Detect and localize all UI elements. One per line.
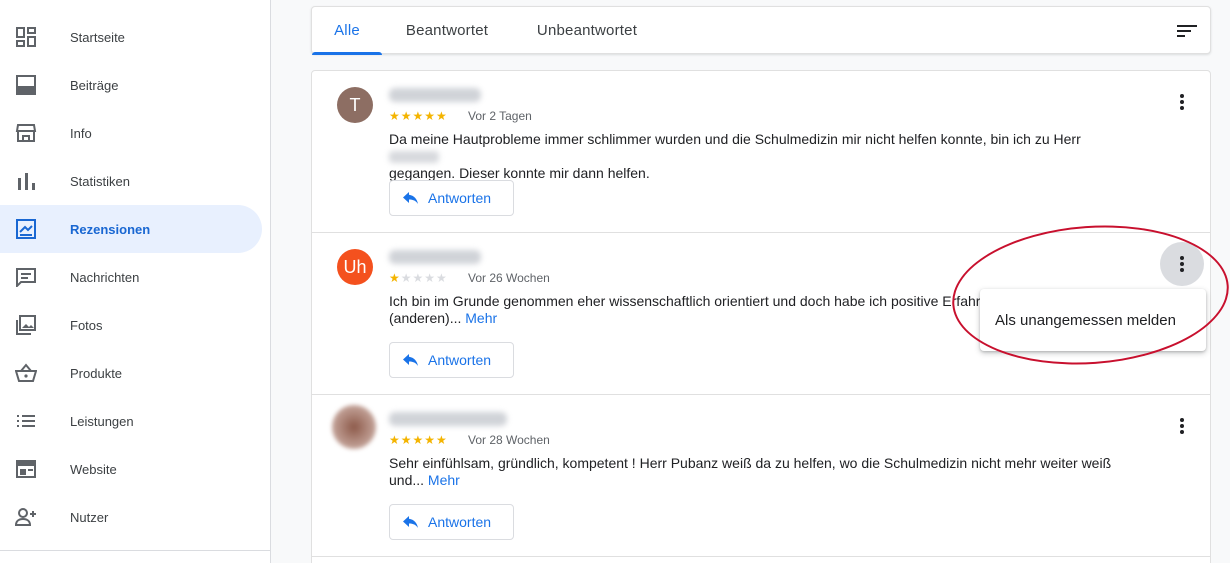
- more-link[interactable]: Mehr: [465, 310, 497, 326]
- photo-icon: [16, 315, 36, 335]
- sidebar-item-produkte[interactable]: Produkte: [0, 349, 262, 397]
- tab-beantwortet[interactable]: Beantwortet: [392, 7, 502, 54]
- dashboard-icon: [16, 27, 36, 47]
- review-options-menu: Als unangemessen melden: [980, 289, 1206, 351]
- reply-button[interactable]: Antworten: [389, 180, 514, 216]
- review-time: Vor 2 Tagen: [468, 109, 532, 123]
- blurred-name: [389, 151, 439, 164]
- review-time: Vor 26 Wochen: [468, 271, 550, 285]
- reply-button[interactable]: Antworten: [389, 342, 514, 378]
- review-filter-tabs: Alle Beantwortet Unbeantwortet: [311, 6, 1211, 55]
- reviews-icon: [16, 219, 36, 239]
- review-item: T ★★★★★ Vor 2 Tagen Da meine Hautproblem…: [312, 71, 1210, 233]
- sidebar-item-website[interactable]: Website: [0, 445, 262, 493]
- sidebar-divider: [0, 550, 270, 551]
- sidebar-item-beitraege[interactable]: Beiträge: [0, 61, 262, 109]
- avatar: [332, 405, 376, 449]
- star-rating: ★★★★★: [389, 109, 448, 123]
- sidebar-item-label: Nachrichten: [70, 269, 140, 285]
- review-item: ★★★★★ Vor 28 Wochen Sehr einfühlsam, grü…: [312, 395, 1210, 557]
- sidebar-item-leistungen[interactable]: Leistungen: [0, 397, 262, 445]
- sidebar-item-startseite[interactable]: Startseite: [0, 13, 262, 61]
- reviewer-name-blurred: [389, 412, 507, 426]
- review-text-line: Da meine Hautprobleme immer schlimmer wu…: [389, 131, 1081, 147]
- more-options-button[interactable]: [1170, 90, 1194, 114]
- sidebar-item-label: Statistiken: [70, 173, 130, 189]
- message-icon: [16, 268, 36, 287]
- review-text: Sehr einfühlsam, gründlich, kompetent ! …: [389, 455, 1129, 489]
- sidebar-item-label: Website: [70, 461, 117, 477]
- review-time: Vor 28 Wochen: [468, 433, 550, 447]
- storefront-icon: [15, 124, 37, 142]
- sidebar-item-statistiken[interactable]: Statistiken: [0, 157, 262, 205]
- reviewer-name-blurred: [389, 88, 481, 102]
- star-rating: ★★★★★: [389, 433, 448, 447]
- reply-icon: [403, 191, 418, 204]
- reply-button[interactable]: Antworten: [389, 504, 514, 540]
- basket-icon: [15, 363, 37, 382]
- sidebar-item-fotos[interactable]: Fotos: [0, 301, 262, 349]
- sidebar-item-nachrichten[interactable]: Nachrichten: [0, 253, 262, 301]
- review-text: Ich bin im Grunde genommen eher wissensc…: [389, 293, 989, 327]
- review-text-line: und...: [389, 472, 425, 488]
- reply-button-label: Antworten: [428, 514, 492, 530]
- review-text: Da meine Hautprobleme immer schlimmer wu…: [389, 131, 1129, 182]
- reply-button-label: Antworten: [428, 352, 492, 368]
- sidebar: Startseite Beiträge Info Statistiken Rez…: [0, 0, 271, 563]
- more-options-button[interactable]: [1170, 414, 1194, 438]
- report-inappropriate-item[interactable]: Als unangemessen melden: [995, 312, 1176, 329]
- sidebar-item-info[interactable]: Info: [0, 109, 262, 157]
- list-icon: [17, 415, 35, 427]
- review-text-line: Ich bin im Grunde genommen eher wissensc…: [389, 293, 981, 309]
- posts-icon: [16, 75, 36, 95]
- sidebar-item-label: Nutzer: [70, 509, 109, 525]
- reply-icon: [403, 515, 418, 528]
- bar-chart-icon: [18, 173, 35, 190]
- sidebar-item-rezensionen[interactable]: Rezensionen: [0, 205, 262, 253]
- reply-button-label: Antworten: [428, 190, 492, 206]
- sidebar-item-nutzer[interactable]: Nutzer: [0, 493, 262, 541]
- reviewer-name-blurred: [389, 250, 481, 264]
- avatar: Uh: [337, 249, 373, 285]
- sidebar-item-label: Info: [70, 125, 92, 141]
- reply-icon: [403, 353, 418, 366]
- tab-unbeantwortet[interactable]: Unbeantwortet: [517, 7, 657, 54]
- more-vert-icon: [1180, 256, 1184, 272]
- website-icon: [16, 460, 36, 478]
- star-rating: ★★★★★: [389, 271, 448, 285]
- sidebar-item-label: Beiträge: [70, 77, 119, 93]
- more-link[interactable]: Mehr: [428, 472, 460, 488]
- avatar: T: [337, 87, 373, 123]
- sidebar-item-label: Fotos: [70, 317, 103, 333]
- review-text-line: (anderen)...: [389, 310, 462, 326]
- sidebar-item-label: Rezensionen: [70, 221, 151, 237]
- review-text-line: Sehr einfühlsam, gründlich, kompetent ! …: [389, 455, 1112, 471]
- more-vert-icon: [1180, 418, 1184, 434]
- more-options-button[interactable]: [1160, 242, 1204, 286]
- sidebar-item-label: Produkte: [70, 365, 123, 381]
- add-user-icon: [15, 508, 36, 526]
- sidebar-item-label: Leistungen: [70, 413, 134, 429]
- sort-filter-icon[interactable]: [1176, 20, 1198, 42]
- more-vert-icon: [1180, 94, 1184, 110]
- sidebar-item-label: Startseite: [70, 29, 125, 45]
- tab-alle[interactable]: Alle: [312, 7, 382, 55]
